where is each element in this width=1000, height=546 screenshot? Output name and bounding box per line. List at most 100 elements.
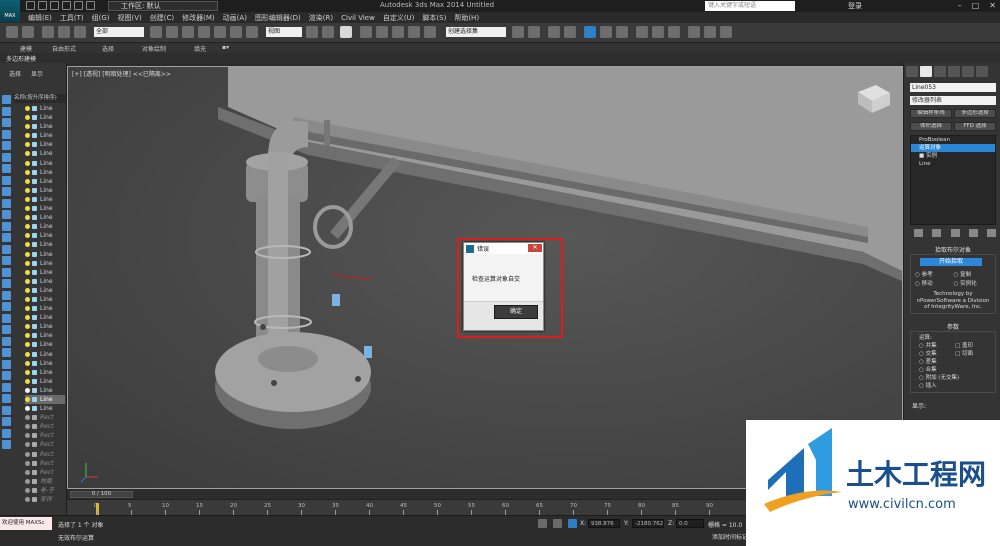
rotate-icon[interactable] (230, 26, 242, 38)
explorer-list-item[interactable]: Rect (25, 431, 65, 440)
explorer-list-item[interactable]: Line (25, 168, 65, 177)
new-file-icon[interactable] (26, 1, 35, 10)
minimize-icon[interactable]: – (958, 1, 962, 10)
pivot-center-icon[interactable] (306, 26, 318, 38)
radio-union[interactable]: 并集 (919, 342, 955, 350)
modifier-stack-item[interactable]: ProBoolean (911, 136, 995, 144)
hierarchy-icon[interactable] (2, 313, 11, 323)
select-object-icon[interactable] (150, 26, 162, 38)
remove-modifier-icon[interactable] (968, 229, 978, 237)
material-editor-icon[interactable] (616, 26, 628, 38)
modifier-stack-item[interactable]: 运算对象 (911, 144, 995, 152)
checkbox-imprint[interactable]: 盖印 (955, 342, 991, 350)
project-folder-icon[interactable] (86, 1, 95, 10)
window-crossing-icon[interactable] (198, 26, 210, 38)
maxscript-listener[interactable]: 欢迎使用 MAXSc (0, 517, 52, 530)
track-bar[interactable]: 0 5 10 15 20 25 30 35 40 45 50 55 60 65 70 75 80 85 90 (67, 499, 747, 515)
helpers-filter-icon[interactable] (2, 175, 11, 185)
explorer-list-item[interactable]: Rect (25, 459, 65, 468)
time-slider-handle[interactable]: 0 / 100 (70, 491, 133, 498)
radio-copy[interactable]: 复制 (954, 270, 992, 278)
absolute-mode-icon[interactable] (568, 519, 577, 528)
explorer-list-item[interactable]: 老-子 (25, 486, 65, 495)
explorer-list-item[interactable]: Line (25, 386, 65, 395)
keyboard-shortcut-icon[interactable] (340, 26, 352, 38)
explorer-list-item[interactable]: Rect (25, 422, 65, 431)
explorer-list-item[interactable]: Line (25, 322, 65, 331)
menu-item[interactable]: 工具(T) (60, 13, 84, 23)
named-selection-select[interactable]: 创建选择集 (446, 27, 506, 37)
explorer-list-item[interactable]: Line (25, 186, 65, 195)
open-file-icon[interactable] (38, 1, 47, 10)
expand-icon[interactable] (2, 371, 11, 380)
cameras-filter-icon[interactable] (2, 164, 11, 173)
sort-icon[interactable] (2, 279, 11, 288)
bones-filter-icon[interactable] (2, 221, 11, 231)
explorer-list-item[interactable]: Line (25, 350, 65, 359)
select-by-name-icon[interactable] (166, 26, 178, 38)
invert-display-icon[interactable] (2, 118, 11, 127)
maximize-icon[interactable]: □ (972, 1, 980, 10)
tab-populate[interactable]: 填充 (194, 44, 206, 53)
lights-filter-icon[interactable] (2, 152, 11, 162)
containers-filter-icon[interactable] (2, 233, 11, 242)
explorer-column-header[interactable]: 名称(按升序排序) (13, 94, 66, 103)
modify-tab-icon[interactable] (920, 66, 932, 77)
groups-filter-icon[interactable] (2, 198, 11, 208)
render-setup-icon[interactable] (636, 26, 648, 38)
display-all-icon[interactable] (2, 95, 11, 104)
frozen-filter-icon[interactable] (2, 244, 11, 254)
explorer-tab-select[interactable]: 选择 (9, 69, 21, 85)
explorer-list-item[interactable]: Line (25, 149, 65, 158)
space-warps-filter-icon[interactable] (2, 187, 11, 196)
menu-item[interactable]: 帮助(H) (454, 13, 479, 23)
children-icon[interactable] (2, 336, 11, 346)
explorer-list-item[interactable]: Line (25, 340, 65, 349)
radio-merge[interactable]: 合集 (919, 367, 937, 373)
explorer-list-item[interactable]: Line (25, 286, 65, 295)
tab-selection[interactable]: 选择 (102, 44, 114, 53)
graphite-tools-icon[interactable] (564, 26, 576, 38)
radio-subtraction[interactable]: 差集 (919, 359, 937, 365)
app-logo[interactable]: MAX (0, 0, 20, 22)
explorer-list-item[interactable]: Line (25, 140, 65, 149)
influences-icon[interactable] (2, 348, 11, 357)
modifier-stack-item[interactable]: ■ 实例 (911, 152, 995, 160)
z-coordinate-field[interactable]: 0.0 (676, 519, 704, 528)
make-unique-icon[interactable] (950, 229, 960, 237)
explorer-list-item[interactable]: Line (25, 277, 65, 286)
schematic-view-icon[interactable] (600, 26, 612, 38)
x-coordinate-field[interactable]: 938.876 (588, 519, 620, 528)
vol-select-button[interactable]: 体积选择 (910, 122, 952, 131)
layer-manager-icon[interactable] (548, 26, 560, 38)
render-online-icon[interactable] (720, 26, 732, 38)
search-input[interactable]: 键入关键字或短语 (705, 1, 795, 11)
dialog-close-button[interactable]: ✕ (528, 244, 542, 252)
explorer-list-item[interactable]: Line (25, 104, 65, 113)
sync-icon[interactable] (2, 405, 11, 415)
edit-spline-button[interactable]: 编辑样条线 (910, 109, 952, 118)
object-name-field[interactable]: Line053 (910, 83, 996, 92)
menu-item[interactable]: 修改器(M) (182, 13, 215, 23)
menu-item[interactable]: 视图(V) (118, 13, 142, 23)
start-picking-button[interactable]: 开始拾取 (920, 258, 982, 266)
workspace-selector[interactable]: 工作区: 默认 (108, 1, 218, 11)
isolate-selection-icon[interactable] (538, 519, 547, 528)
dependents-icon[interactable] (2, 325, 11, 334)
hidden-filter-icon[interactable] (2, 256, 11, 265)
explorer-list-item[interactable]: Line (25, 404, 65, 413)
move-icon[interactable] (214, 26, 226, 38)
explorer-list-item[interactable]: Line (25, 131, 65, 140)
angle-snap-icon[interactable] (376, 26, 388, 38)
save-file-icon[interactable] (50, 1, 59, 10)
y-coordinate-field[interactable]: -2180.762 (632, 519, 664, 528)
explorer-list-item[interactable]: Rect (25, 413, 65, 422)
radio-insert[interactable]: 插入 (919, 383, 937, 389)
render-iterative-icon[interactable] (688, 26, 700, 38)
display-tab-icon[interactable] (962, 66, 974, 77)
redo-icon[interactable] (74, 1, 83, 10)
reference-coordinate-select[interactable]: 视图 (266, 27, 302, 37)
menu-item[interactable]: 组(G) (92, 13, 110, 23)
menu-item[interactable]: Civil View (341, 14, 375, 22)
curve-editor-icon[interactable] (584, 26, 596, 38)
